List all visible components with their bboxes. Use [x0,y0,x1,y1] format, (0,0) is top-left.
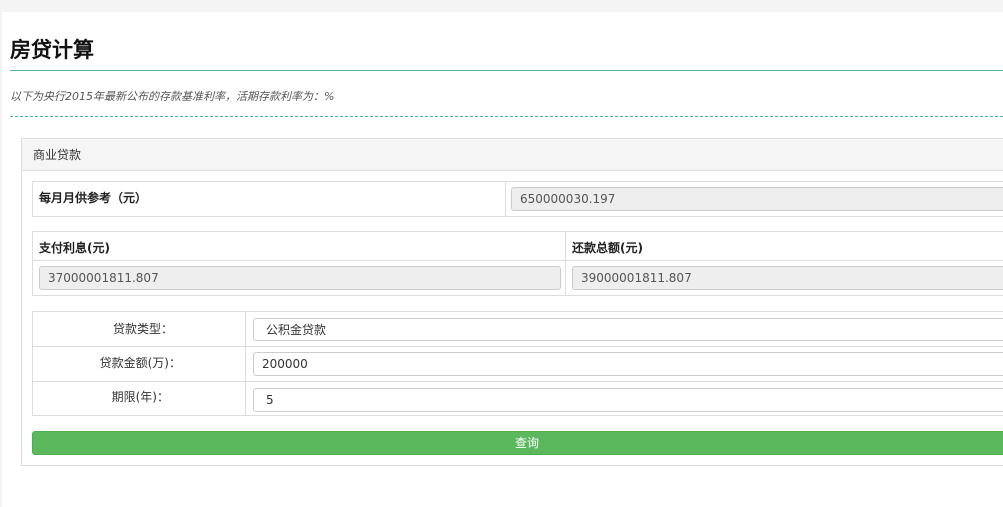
form-column-divider [245,312,246,415]
loan-amount-input[interactable]: 200000 [253,352,1003,376]
interest-total-hsep [33,260,1003,261]
monthly-divider [505,182,506,216]
interest-field[interactable]: 37000001811.807 [39,266,561,290]
query-button[interactable]: 查询 [32,431,1003,455]
panel-heading: 商业贷款 [22,139,1003,171]
interest-label: 支付利息(元) [39,241,110,255]
commercial-loan-panel: 商业贷款 每月月供参考（元） 650000030.197 支付利息(元) 还款总… [21,138,1003,466]
form-row-divider-2 [33,381,1003,382]
loan-amount-label: 贷款金额(万)： [99,356,181,370]
loan-term-label: 期限(年)： [111,390,169,404]
interest-total-divider [565,232,566,295]
interest-total-box: 支付利息(元) 还款总额(元) 37000001811.807 39000001… [32,231,1003,296]
monthly-payment-label: 每月月供参考（元） [39,191,148,205]
page-title: 房贷计算 [10,38,94,62]
loan-term-input[interactable]: 5 [253,388,1003,412]
loan-form-table: 贷款类型： 公积金贷款 贷款金额(万)： 200000 期限(年)： 5 [32,311,1003,416]
monthly-payment-field[interactable]: 650000030.197 [511,187,1003,211]
rate-note: 以下为央行2015年最新公布的存款基准利率，活期存款利率为：% [10,90,335,103]
form-row-divider-1 [33,346,1003,347]
note-divider [10,116,1003,117]
monthly-payment-box: 每月月供参考（元） 650000030.197 [32,181,1003,217]
total-field[interactable]: 39000001811.807 [572,266,1003,290]
total-label: 还款总额(元) [572,241,643,255]
loan-type-select[interactable]: 公积金贷款 [253,318,1003,341]
page: 房贷计算 以下为央行2015年最新公布的存款基准利率，活期存款利率为：% 商业贷… [2,12,1003,507]
loan-type-label: 贷款类型： [112,322,173,336]
title-divider [10,70,1003,71]
